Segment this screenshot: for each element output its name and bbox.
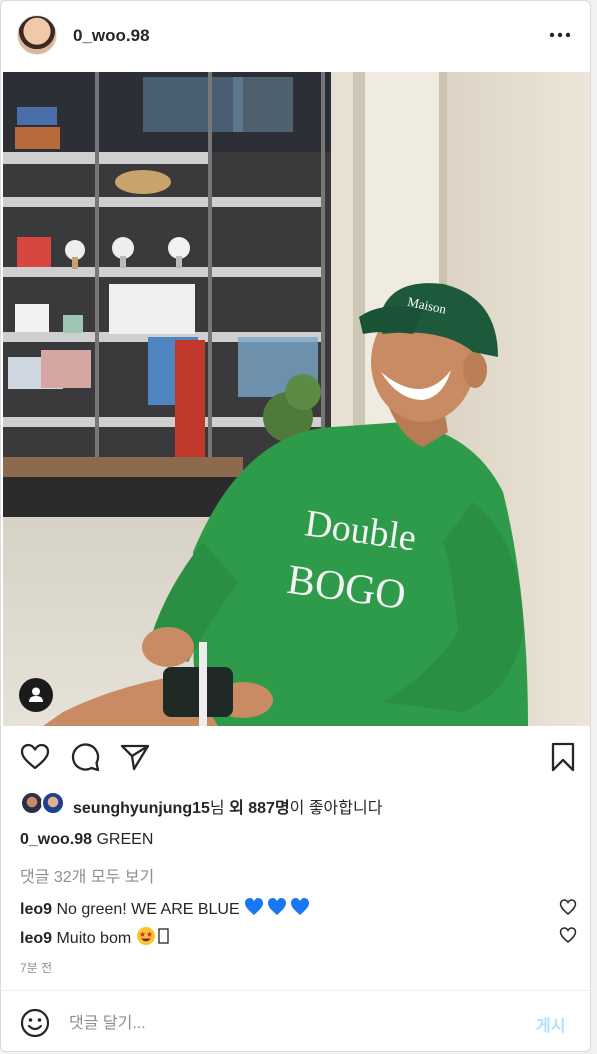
view-all-comments-link[interactable]: 댓글 32개 모두 보기: [20, 863, 154, 887]
comment-item: leo9 Muito bom: [20, 926, 172, 948]
comment-input[interactable]: [67, 1011, 511, 1037]
author-avatar[interactable]: [17, 15, 57, 55]
likes-text: seunghyunjung15님 외 887명이 좋아합니다: [73, 794, 382, 818]
post-photo[interactable]: Maison Double BOGO: [3, 72, 590, 726]
comment-username[interactable]: leo9: [20, 901, 52, 918]
emoji-picker-icon[interactable]: [19, 1007, 51, 1039]
divider: [1, 990, 590, 991]
post-card: 0_woo.98 Maison Double BOGO seunghyunjun…: [0, 0, 591, 1052]
likes-suffix1: 님: [209, 800, 230, 817]
post-timestamp[interactable]: 7분 전: [20, 959, 52, 976]
bookmark-icon[interactable]: [547, 741, 579, 773]
comment-like-heart-icon[interactable]: [559, 926, 577, 944]
likes-suffix2: 이 좋아합니다: [289, 800, 383, 817]
heart-icon[interactable]: [19, 741, 51, 773]
comment-username[interactable]: leo9: [20, 930, 52, 947]
user-tag-button[interactable]: [19, 678, 53, 712]
star-struck-emoji-icon: [136, 927, 169, 945]
likes-row: seunghyunjung15님 외 887명이 좋아합니다: [20, 791, 580, 817]
user-tag-icon: [29, 687, 43, 702]
more-horizontal-icon[interactable]: [545, 23, 575, 47]
liker-avatar[interactable]: [41, 791, 65, 815]
caption-username[interactable]: 0_woo.98: [20, 831, 92, 848]
comment-like-heart-icon[interactable]: [559, 898, 577, 916]
comment-text: Muito bom: [56, 930, 136, 947]
post-header: 0_woo.98: [1, 1, 590, 71]
send-icon[interactable]: [119, 741, 151, 773]
post-caption: 0_woo.98 GREEN: [20, 831, 153, 849]
author-username[interactable]: 0_woo.98: [73, 26, 150, 46]
action-bar: [1, 735, 590, 779]
caption-text: GREEN: [96, 831, 154, 848]
blue-heart-emoji-icon: [245, 898, 310, 915]
liker-username[interactable]: seunghyunjung15: [73, 800, 210, 817]
comment-icon[interactable]: [69, 741, 101, 773]
comment-item: leo9 No green! WE ARE BLUE: [20, 897, 310, 919]
post-comment-button[interactable]: 게시: [536, 1012, 565, 1036]
photo-illustration: Maison Double BOGO: [3, 72, 590, 726]
comment-text: No green! WE ARE BLUE: [56, 901, 245, 918]
likes-count[interactable]: 외 887명: [229, 800, 290, 817]
